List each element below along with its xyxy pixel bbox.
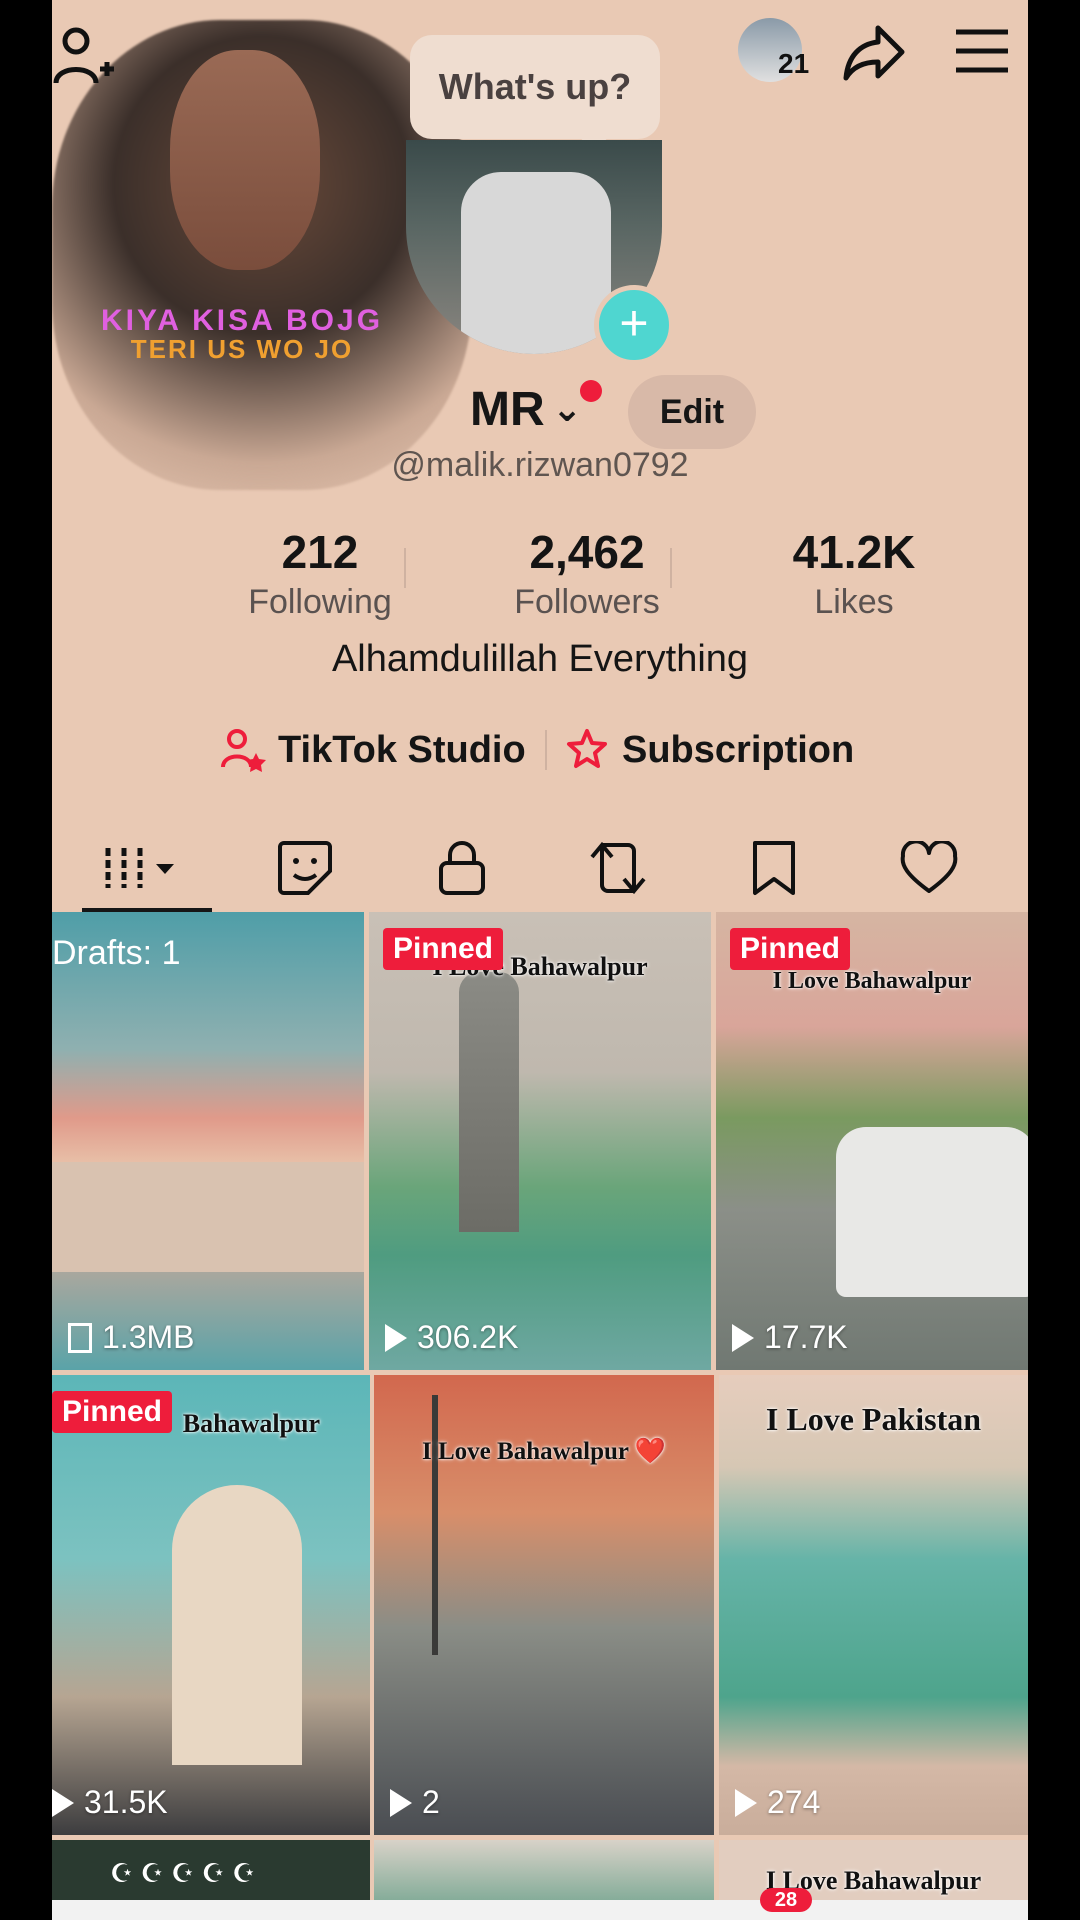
- play-icon: [385, 1323, 407, 1352]
- video-count: 2: [390, 1784, 440, 1821]
- tab-videos[interactable]: [87, 820, 207, 915]
- video-thumbnail[interactable]: I Love Pakistan 274: [719, 1375, 1028, 1835]
- add-story-button[interactable]: +: [594, 285, 674, 365]
- avatar-shirt: [461, 172, 611, 354]
- tiktok-studio-link[interactable]: TikTok Studio: [220, 720, 526, 780]
- lock-icon: [439, 840, 485, 895]
- cover-face: [170, 50, 320, 270]
- repost-icon: [590, 841, 646, 894]
- video-count-value: 1.3MB: [102, 1319, 195, 1355]
- studio-icon: [221, 729, 266, 772]
- stat-followers[interactable]: 2,462 Followers: [457, 525, 717, 622]
- stat-following[interactable]: 212 Following: [190, 525, 450, 622]
- video-caption: I Love Pakistan: [765, 1401, 982, 1437]
- stat-label: Followers: [514, 583, 660, 621]
- menu-icon[interactable]: [954, 28, 1010, 74]
- video-count: 17.7K: [732, 1319, 848, 1356]
- stat-likes[interactable]: 41.2K Likes: [724, 525, 984, 622]
- bottom-nav-bar: 28: [52, 1888, 1028, 1920]
- profile-screen: KIYA KISA BOJG TERI US WO JO 21 What's u…: [52, 0, 1028, 1920]
- video-thumbnail[interactable]: I Love Bahawalpur ❤️ 2: [374, 1375, 714, 1835]
- pinned-badge: Pinned: [383, 928, 504, 970]
- drafts-label: Drafts: 1: [52, 934, 181, 972]
- stat-value: 2,462: [529, 526, 645, 578]
- video-count-value: 31.5K: [84, 1784, 168, 1820]
- profile-tabs: [52, 820, 1028, 915]
- heart-icon: [900, 840, 958, 893]
- video-thumbnail[interactable]: Drafts: 1 1.3MB: [52, 912, 364, 1370]
- subscription-star-icon: [567, 729, 607, 768]
- whats-up-bubble[interactable]: What's up?: [410, 35, 660, 155]
- sticker-icon: [278, 840, 332, 895]
- stat-label: Likes: [814, 583, 894, 621]
- divider: [670, 548, 672, 588]
- stat-label: Following: [248, 583, 392, 621]
- inbox-badge: 28: [760, 1888, 812, 1912]
- notification-dot: [580, 380, 602, 402]
- subscription-label: Subscription: [622, 728, 855, 771]
- chevron-down-icon[interactable]: ⌄: [552, 388, 582, 430]
- video-count: 1.3MB: [68, 1319, 194, 1356]
- video-thumbnail[interactable]: Bahawalpur Pinned 31.5K: [52, 1375, 370, 1835]
- flags-row: ☪ ☪ ☪ ☪ ☪: [110, 1858, 256, 1888]
- file-icon: [68, 1322, 92, 1353]
- stat-value: 41.2K: [792, 526, 916, 578]
- divider: [545, 730, 547, 770]
- play-icon: [732, 1323, 754, 1352]
- fountain-shape: [459, 972, 519, 1232]
- play-icon: [390, 1788, 412, 1817]
- tab-reposts[interactable]: [558, 820, 678, 915]
- video-count-value: 274: [767, 1784, 821, 1820]
- video-caption: I Love Bahawalpur ❤️: [422, 1438, 666, 1465]
- avatar-notification[interactable]: 21: [738, 18, 809, 82]
- divider: [404, 548, 406, 588]
- video-count: 274: [735, 1784, 820, 1821]
- tab-private[interactable]: [402, 820, 522, 915]
- play-icon: [52, 1788, 74, 1817]
- cover-text-line1: KIYA KISA BOJG: [100, 304, 384, 337]
- whats-up-text: What's up?: [438, 66, 632, 107]
- bookmark-icon: [753, 840, 795, 895]
- rooftop-wall: [52, 1162, 364, 1272]
- video-caption: I Love Bahawalpur: [772, 968, 972, 994]
- add-friend-icon[interactable]: [52, 25, 116, 89]
- studio-label: TikTok Studio: [278, 728, 526, 771]
- cover-text-line2: TERI US WO JO: [130, 334, 354, 364]
- stat-value: 212: [281, 526, 359, 578]
- building-shape: [172, 1485, 302, 1765]
- username-handle: @malik.rizwan0792: [391, 446, 689, 484]
- pinned-badge: Pinned: [52, 1391, 173, 1433]
- video-count-value: 306.2K: [417, 1319, 519, 1355]
- edit-profile-button[interactable]: Edit: [628, 375, 756, 449]
- car-shape: [836, 1127, 1028, 1297]
- play-icon: [735, 1788, 757, 1817]
- video-grid: Drafts: 1 1.3MB I Love Bahawalpur Pinned…: [52, 912, 1028, 1920]
- tab-liked[interactable]: [869, 820, 989, 915]
- grid-icon: [105, 847, 174, 888]
- video-count-value: 17.7K: [764, 1319, 848, 1355]
- pinned-badge: Pinned: [730, 928, 851, 970]
- video-count: 306.2K: [385, 1319, 518, 1356]
- video-thumbnail[interactable]: I Love Bahawalpur Pinned 17.7K: [716, 912, 1028, 1370]
- subscription-link[interactable]: Subscription: [564, 720, 854, 780]
- video-count: 31.5K: [52, 1784, 168, 1821]
- profile-name: MR: [470, 383, 545, 436]
- pole-shape: [432, 1395, 438, 1655]
- notification-count: 21: [778, 48, 810, 79]
- tab-favorites[interactable]: [714, 820, 834, 915]
- share-icon[interactable]: [842, 22, 906, 82]
- video-thumbnail[interactable]: I Love Bahawalpur Pinned 306.2K: [369, 912, 711, 1370]
- bio-text: Alhamdulillah Everything: [331, 638, 749, 680]
- tab-stickers[interactable]: [245, 820, 365, 915]
- video-count-value: 2: [422, 1784, 440, 1820]
